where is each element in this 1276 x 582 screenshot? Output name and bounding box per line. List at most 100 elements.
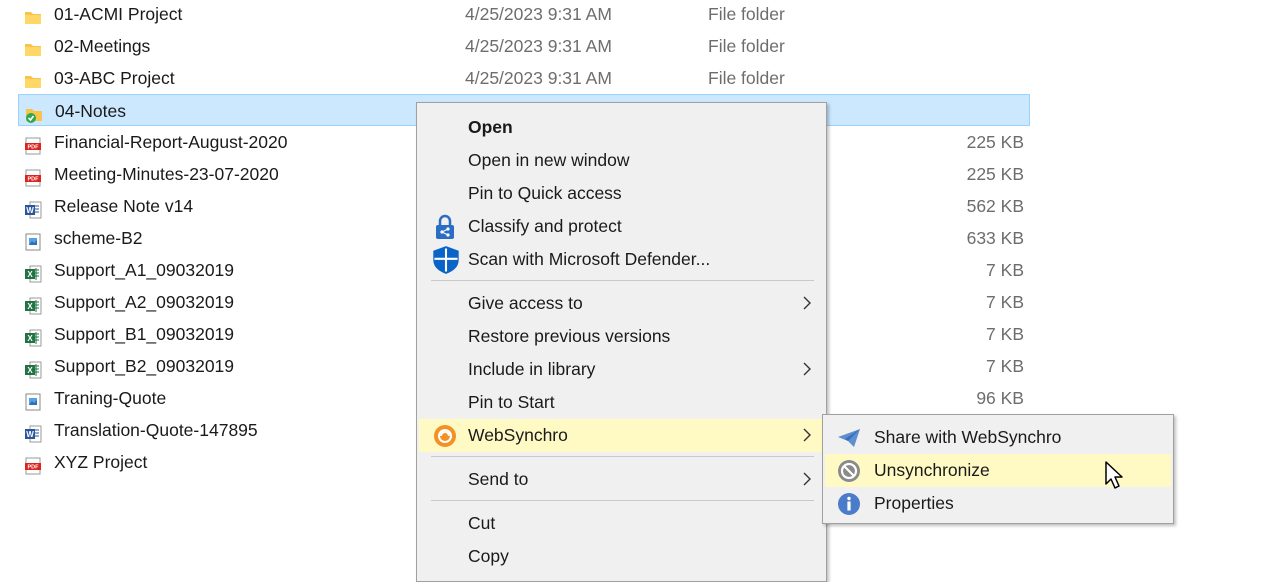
menu-item-label: Classify and protect xyxy=(468,216,622,236)
file-name: 02-Meetings xyxy=(54,36,151,56)
block-icon xyxy=(838,460,860,482)
file-date: 4/25/2023 9:31 AM xyxy=(465,68,612,88)
file-row[interactable]: 03-ABC Project 4/25/2023 9:31 AM File fold… xyxy=(18,62,1030,94)
svg-text:W: W xyxy=(26,206,34,215)
file-name: Support_B1_09032019 xyxy=(54,324,235,344)
menu-item-restore-versions[interactable]: Restore previous versions xyxy=(419,320,824,353)
image-file-icon xyxy=(24,389,42,411)
lock-share-icon xyxy=(436,214,454,239)
submenu-item-properties[interactable]: Properties xyxy=(825,487,1171,520)
menu-item-label: Cut xyxy=(468,513,496,533)
pdf-icon: PDF xyxy=(24,165,42,187)
file-name: XYZ Project xyxy=(54,452,148,472)
submenu-item-share[interactable]: Share with WebSynchro xyxy=(825,421,1171,454)
menu-separator xyxy=(431,456,814,457)
file-name: Support_A2_09032019 xyxy=(54,292,235,312)
word-icon: W xyxy=(24,421,42,443)
menu-item-send-to[interactable]: Send to xyxy=(419,463,824,496)
file-name: Translation-Quote-147895 xyxy=(54,420,258,440)
excel-icon: X xyxy=(24,261,42,283)
chevron-right-icon xyxy=(803,362,811,376)
menu-separator xyxy=(431,500,814,501)
menu-item-scan-defender[interactable]: Scan with Microsoft Defender... xyxy=(419,243,824,276)
context-menu: Open Open in new window Pin to Quick acc… xyxy=(416,102,827,582)
file-name: Support_A1_09032019 xyxy=(54,260,235,280)
excel-icon: X xyxy=(24,293,42,315)
websynchro-icon xyxy=(434,425,456,447)
file-date: 4/25/2023 9:31 AM xyxy=(465,36,612,56)
menu-item-label: Pin to Quick access xyxy=(468,183,622,203)
file-size: 7 KB xyxy=(986,260,1024,280)
svg-text:W: W xyxy=(26,430,34,439)
file-size: 7 KB xyxy=(986,356,1024,376)
menu-item-cut[interactable]: Cut xyxy=(419,507,824,540)
menu-item-label: Copy xyxy=(468,546,509,566)
menu-item-open-new-window[interactable]: Open in new window xyxy=(419,144,824,177)
file-size: 225 KB xyxy=(966,132,1024,152)
svg-text:PDF: PDF xyxy=(28,145,40,151)
synced-folder-icon xyxy=(25,102,43,123)
submenu-item-label: Share with WebSynchro xyxy=(874,427,1062,447)
pdf-icon: PDF xyxy=(24,453,42,475)
svg-text:X: X xyxy=(27,366,33,375)
menu-item-classify-protect[interactable]: Classify and protect xyxy=(419,210,824,243)
file-size: 633 KB xyxy=(966,228,1024,248)
submenu-item-label: Unsynchronize xyxy=(874,460,990,480)
svg-text:PDF: PDF xyxy=(28,465,40,471)
file-date: 4/25/2023 9:31 AM xyxy=(465,4,612,24)
file-size: 7 KB xyxy=(986,324,1024,344)
menu-item-open[interactable]: Open xyxy=(419,111,824,144)
chevron-right-icon xyxy=(803,428,811,442)
menu-item-label: Open in new window xyxy=(468,150,630,170)
menu-item-pin-quick-access[interactable]: Pin to Quick access xyxy=(419,177,824,210)
menu-item-pin-start[interactable]: Pin to Start xyxy=(419,386,824,419)
menu-item-label: Pin to Start xyxy=(468,392,555,412)
file-name: Traning-Quote xyxy=(54,388,167,408)
file-name: Financial-Report-August-2020 xyxy=(54,132,288,152)
file-size: 96 KB xyxy=(976,388,1024,408)
chevron-right-icon xyxy=(803,472,811,486)
pdf-icon: PDF xyxy=(24,133,42,155)
menu-item-label: Give access to xyxy=(468,293,583,313)
defender-shield-icon xyxy=(433,246,459,274)
file-row[interactable]: 02-Meetings 4/25/2023 9:31 AM File folder xyxy=(18,30,1030,62)
svg-text:X: X xyxy=(27,334,33,343)
file-name: 03-ABC Project xyxy=(54,68,175,88)
menu-item-copy[interactable]: Copy xyxy=(419,540,824,573)
word-icon: W xyxy=(24,197,42,219)
file-name: Release Note v14 xyxy=(54,196,194,216)
mouse-pointer-icon xyxy=(1105,461,1123,489)
menu-item-label: Include in library xyxy=(468,359,596,379)
file-type: File folder xyxy=(708,68,785,88)
excel-icon: X xyxy=(24,325,42,347)
menu-item-label: Open xyxy=(468,117,513,137)
folder-icon xyxy=(24,37,42,56)
menu-item-label: Scan with Microsoft Defender... xyxy=(468,249,711,269)
file-size: 7 KB xyxy=(986,292,1024,312)
file-name: 04-Notes xyxy=(55,101,127,121)
excel-icon: X xyxy=(24,357,42,379)
menu-item-label: Send to xyxy=(468,469,529,489)
folder-icon xyxy=(24,69,42,88)
menu-separator xyxy=(431,280,814,281)
file-type: File folder xyxy=(708,36,785,56)
menu-item-label: WebSynchro xyxy=(468,425,568,445)
svg-text:X: X xyxy=(27,270,33,279)
menu-item-websynchro[interactable]: WebSynchro xyxy=(419,419,824,452)
file-name: Support_B2_09032019 xyxy=(54,356,235,376)
svg-text:X: X xyxy=(27,302,33,311)
svg-text:PDF: PDF xyxy=(28,177,40,183)
menu-item-give-access[interactable]: Give access to xyxy=(419,287,824,320)
image-file-icon xyxy=(24,229,42,251)
file-size: 562 KB xyxy=(966,196,1024,216)
menu-item-include-library[interactable]: Include in library xyxy=(419,353,824,386)
file-name: 01-ACMI Project xyxy=(54,4,183,24)
folder-icon xyxy=(24,5,42,24)
info-icon xyxy=(838,493,860,515)
file-size: 225 KB xyxy=(966,164,1024,184)
submenu-item-label: Properties xyxy=(874,493,954,513)
file-row[interactable]: 01-ACMI Project 4/25/2023 9:31 AM File fol… xyxy=(18,0,1030,30)
chevron-right-icon xyxy=(803,296,811,310)
paper-plane-icon xyxy=(838,429,860,447)
file-type: File folder xyxy=(708,4,785,24)
